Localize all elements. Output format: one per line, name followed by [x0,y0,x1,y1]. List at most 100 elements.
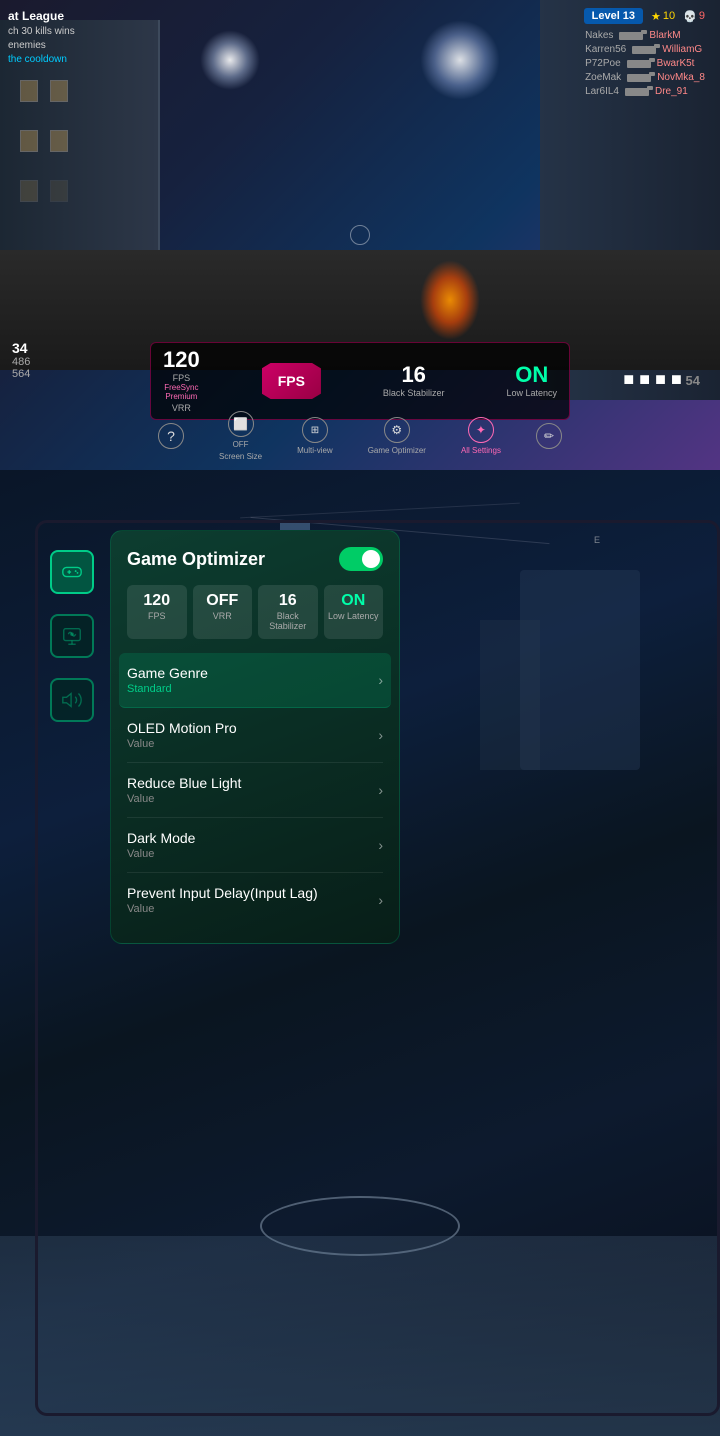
hud-top-right: Level 13 ★ 10 💀 9 [584,8,705,24]
edit-button[interactable]: ✏ [536,423,562,449]
kill-row: Karren56 WilliamG [585,44,705,55]
menu-item-oled-motion-text: OLED Motion Pro Value [127,720,237,750]
menu-item-reduce-blue-light-title: Reduce Blue Light [127,775,241,791]
menu-item-reduce-blue-light-text: Reduce Blue Light Value [127,775,241,805]
all-settings-icon: ✦ [468,417,494,443]
top-game-section: at League ch 30 kills wins enemies the c… [0,0,720,470]
latency-pill: ON Low Latency [324,585,384,639]
player-name-2b: WilliamG [662,44,702,55]
sound-icon [61,689,83,711]
menu-section: Game Genre Standard › OLED Motion Pro Va… [127,653,383,927]
gun-icon-2 [627,60,651,68]
fps-value: 120 [163,349,200,371]
menu-item-input-delay-text: Prevent Input Delay(Input Lag) Value [127,885,318,915]
hud-ammo: ■ ■ ■ ■ 54 [623,369,700,390]
fps-pill-label: FPS [148,611,166,621]
sound-icon-button[interactable] [50,678,94,722]
cooldown-text: the cooldown [8,53,75,67]
optimizer-title: Game Optimizer [127,549,265,570]
menu-item-dark-mode-arrow: › [378,837,383,853]
display-icon-button[interactable] [50,614,94,658]
menu-item-input-delay-arrow: › [378,892,383,908]
black-stab-stat: 16 Black Stabilizer [383,364,445,398]
star-count: ★ 10 [651,10,675,23]
skull-count: 💀 9 [683,10,705,23]
multiview-button[interactable]: ⊞ Multi-view [297,417,333,455]
freesync-label: FreeSync [164,383,198,392]
kill-list: Nakes BlarkM Karren56 WilliamG P72Poe Bw… [585,30,705,97]
star-icon: ★ [651,10,661,23]
black-stab-pill-label: Black Stabilizer [262,611,314,631]
menu-item-reduce-blue-light-sub: Value [127,793,241,805]
screen-size-button[interactable]: ⬜ OFF Screen Size [219,411,262,461]
player-name-1a: Nakes [585,30,613,41]
optimizer-header: Game Optimizer [127,547,383,571]
light-right [420,20,500,100]
off-label: OFF [233,440,249,449]
gun-icon-4 [625,88,649,96]
menu-item-input-delay-title: Prevent Input Delay(Input Lag) [127,885,318,901]
menu-item-dark-mode-text: Dark Mode Value [127,830,195,860]
help-button[interactable]: ? [158,423,184,449]
menu-item-game-genre-text: Game Genre Standard [127,665,208,695]
multiview-label: Multi-view [297,446,333,455]
screen-size-label: Screen Size [219,452,262,461]
game-optimizer-button[interactable]: ⚙ Game Optimizer [368,417,426,455]
multiview-icon: ⊞ [302,417,328,443]
display-icon [61,625,83,647]
menu-item-dark-mode[interactable]: Dark Mode Value › [127,818,383,873]
mission-text: ch 30 kills wins [8,25,75,39]
player-name-4a: ZoeMak [585,72,621,83]
menu-item-game-genre[interactable]: Game Genre Standard › [119,653,391,708]
fps-pill: 120 FPS [127,585,187,639]
player-name-3a: P72Poe [585,58,621,69]
skull-icon: 💀 [683,10,697,23]
menu-item-reduce-blue-light[interactable]: Reduce Blue Light Value › [127,763,383,818]
black-stab-pill-value: 16 [279,593,297,609]
gun-icon-3 [627,74,651,82]
player-name-5b: Dre_91 [655,86,688,97]
light-left [200,30,260,90]
enemies-text: enemies [8,39,75,53]
menu-item-input-delay[interactable]: Prevent Input Delay(Input Lag) Value › [127,873,383,927]
latency-pill-label: Low Latency [328,611,379,621]
black-stab-value: 16 [401,364,425,386]
kill-row: P72Poe BwarK5t [585,58,705,69]
vrr-pill: OFF VRR [193,585,253,639]
black-stab-label: Black Stabilizer [383,388,445,398]
help-icon: ? [158,423,184,449]
menu-item-oled-motion-arrow: › [378,727,383,743]
side-icon-column [50,550,94,722]
gun-icon-1 [632,46,656,54]
player-name-1b: BlarkM [649,30,680,41]
hud-score: 34 486 564 [12,340,30,380]
all-settings-button[interactable]: ✦ All Settings [461,417,501,455]
optimizer-panel: Game Optimizer 120 FPS OFF VRR 16 Black … [110,530,400,944]
fps-pill-value: 120 [143,593,170,609]
kill-row: ZoeMak NovMka_8 [585,72,705,83]
skull-value: 9 [699,10,705,22]
menu-item-input-delay-sub: Value [127,903,318,915]
gun-icon-0 [619,32,643,40]
fps-label: FPS [173,373,191,383]
menu-item-dark-mode-sub: Value [127,848,195,860]
power-toggle[interactable] [339,547,383,571]
menu-item-oled-motion[interactable]: OLED Motion Pro Value › [127,708,383,763]
level-badge: Level 13 [584,8,643,24]
bottom-game-section: 179 E [0,470,720,1436]
latency-stat: ON Low Latency [506,364,557,398]
latency-label: Low Latency [506,388,557,398]
explosion [420,260,480,340]
menu-item-oled-motion-sub: Value [127,738,237,750]
player-name-5a: Lar6IL4 [585,86,619,97]
menu-item-game-genre-arrow: › [378,672,383,688]
game-optimizer-icon: ⚙ [384,417,410,443]
latency-pill-value: ON [341,593,365,609]
rope-2 [240,503,520,519]
kill-row: Lar6IL4 Dre_91 [585,86,705,97]
menu-item-oled-motion-title: OLED Motion Pro [127,720,237,736]
vrr-sub: Premium [165,392,197,401]
menu-item-game-genre-sub: Standard [127,683,208,695]
gamepad-icon-button[interactable] [50,550,94,594]
menu-item-game-genre-title: Game Genre [127,665,208,681]
